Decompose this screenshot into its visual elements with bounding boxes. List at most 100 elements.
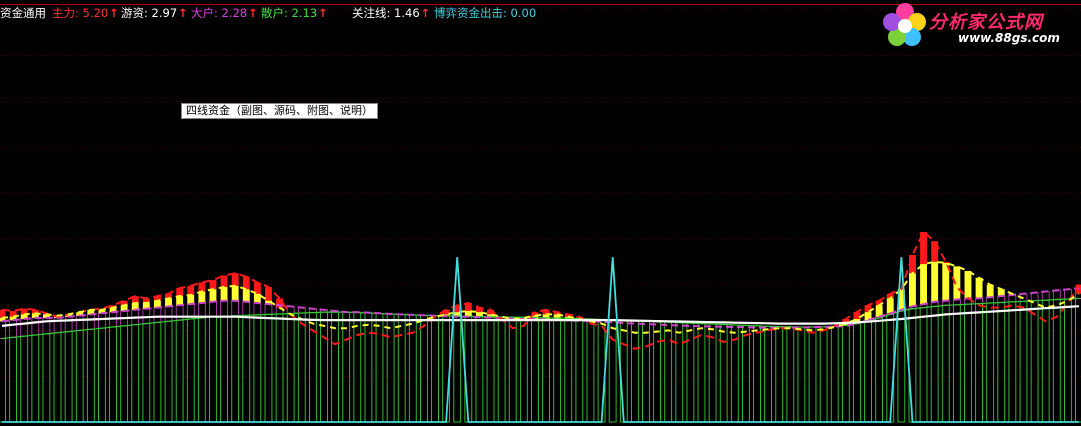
retail-bar	[941, 304, 950, 423]
retail-bar	[697, 323, 706, 423]
game-fund-value: 博弈资金出击: 0.00	[434, 6, 537, 20]
big-holder-bar	[209, 301, 217, 318]
retail-bar	[630, 320, 639, 423]
retail-bar	[497, 316, 506, 423]
big-holder-bar	[220, 300, 228, 317]
retail-bar	[175, 319, 184, 423]
retail-bar	[153, 321, 162, 423]
retail-bar	[997, 302, 1006, 423]
header-item-main-force: 主力: 5.20↑	[52, 5, 119, 21]
retail-bar	[508, 316, 517, 423]
retail-bar	[841, 324, 850, 423]
retail-bar	[864, 320, 872, 423]
retail-bar	[1041, 299, 1050, 423]
retail-bar	[220, 315, 228, 423]
big-holder-bar	[1041, 291, 1050, 301]
hot-money-bar	[187, 294, 195, 305]
retail-bar	[619, 319, 628, 423]
hot-money-bar	[209, 289, 217, 302]
big-holder-bar	[64, 316, 73, 332]
up-arrow-icon: ↑	[318, 6, 328, 20]
retail-bar	[719, 324, 728, 423]
indicator-lines	[1, 230, 1080, 423]
retail-bar	[531, 317, 539, 423]
big-holder-bar	[264, 303, 273, 315]
watch-line-value: 关注线: 1.46	[352, 6, 420, 20]
site-logo: 分析家公式网 www.88gs.com	[878, 0, 1081, 50]
main-force-bar	[198, 282, 206, 292]
header-item-big-holder: 大户: 2.28↑	[191, 5, 258, 21]
hot-money-bar	[920, 264, 927, 305]
retail-bar	[1064, 298, 1072, 423]
hot-money-bar	[220, 286, 228, 301]
retail-bar	[253, 314, 262, 423]
main-force-bar	[265, 286, 272, 301]
retail-bar	[186, 318, 195, 423]
retail-bar	[453, 315, 462, 423]
retail-bar	[1019, 300, 1028, 423]
retail-bar	[98, 327, 106, 423]
main-force-bar	[231, 273, 239, 286]
big-holder-bar	[253, 302, 262, 316]
retail-bar	[431, 315, 439, 423]
retail-bar	[964, 303, 972, 423]
hot-money-bar	[975, 277, 983, 299]
main-force-line	[1, 230, 1080, 350]
retail-bar	[197, 317, 206, 423]
big-holder-bar	[0, 320, 6, 339]
retail-bar	[86, 328, 95, 423]
big-holder-bar	[231, 300, 240, 317]
retail-bar	[364, 312, 373, 423]
retail-bar	[608, 319, 617, 423]
retail-bar	[642, 320, 650, 423]
retail-bar	[553, 317, 562, 423]
big-holder-bar	[242, 301, 251, 316]
retail-bar	[575, 318, 584, 423]
retail-bar	[853, 323, 861, 423]
indicator-title: 资金通用	[0, 6, 46, 20]
hot-money-bar	[931, 261, 939, 302]
retail-bar	[64, 331, 73, 423]
retail-bar	[353, 312, 362, 423]
retail-bar	[919, 307, 928, 423]
retail-bar	[1008, 301, 1017, 423]
tooltip-label: 四线资金（副图、源码、附图、说明）	[181, 103, 378, 119]
watch-line	[1, 305, 1080, 327]
retail-bar	[1030, 300, 1039, 423]
retail-bar	[775, 326, 784, 423]
retail-bar	[9, 336, 17, 423]
big-holder-bar	[20, 318, 29, 337]
retail-bar	[20, 335, 29, 423]
main-force-bar	[176, 288, 184, 297]
logo-url: www.88gs.com	[958, 31, 1060, 45]
retail-bar	[686, 322, 695, 423]
retail-bar	[786, 326, 795, 423]
retail-bar	[897, 310, 906, 423]
retail-bar	[542, 317, 550, 423]
retail-bar	[797, 326, 806, 423]
hot-money-value: 游资: 2.97	[121, 6, 178, 20]
retail-bar	[142, 323, 151, 423]
retail-bar	[475, 316, 484, 423]
big-holder-bar	[31, 317, 40, 336]
retail-bar	[930, 305, 939, 423]
header-item-hot-money: 游资: 2.97↑	[121, 5, 188, 21]
retail-bar	[120, 325, 129, 423]
retail-bar	[1075, 297, 1081, 423]
retail-bar	[675, 322, 684, 423]
hot-money-bar	[231, 285, 239, 301]
big-holder-bar	[9, 319, 17, 338]
retail-bar	[597, 319, 606, 423]
retail-bar	[231, 315, 240, 423]
big-holder-bar	[1052, 289, 1061, 300]
retail-bar	[53, 332, 62, 423]
hot-money-bar	[909, 273, 916, 307]
retail-bar	[464, 315, 473, 423]
hot-money-bar	[253, 293, 261, 303]
retail-bar	[109, 326, 117, 423]
retail-bar	[819, 326, 828, 423]
header-item-watch-line: 关注线: 1.46↑	[352, 5, 430, 21]
flower-logo-icon	[883, 3, 926, 46]
retail-bar	[986, 302, 995, 423]
up-arrow-icon: ↑	[109, 6, 119, 20]
